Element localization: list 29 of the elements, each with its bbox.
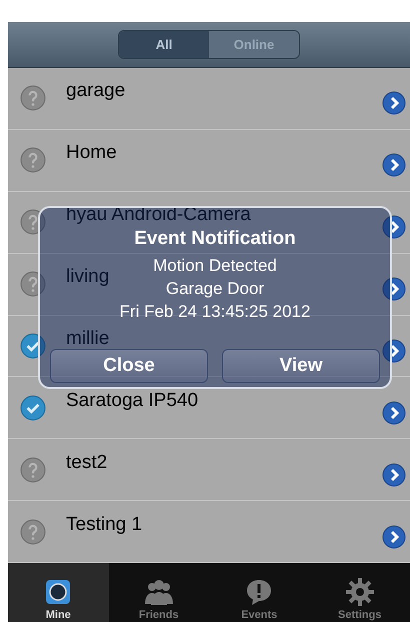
alert-title: Event Notification (134, 228, 296, 250)
alert-button[interactable]: Close (50, 349, 208, 383)
tab-bar-item[interactable]: Mine (8, 563, 108, 622)
settings-icon (344, 577, 375, 607)
segment-tab[interactable]: All (119, 31, 209, 58)
alert-message: Garage Door (166, 278, 264, 300)
device-name: Testing 1 (66, 514, 142, 536)
chevron-icon[interactable] (382, 153, 406, 178)
alert-message: Fri Feb 24 13:45:25 2012 (120, 301, 310, 323)
chevron-icon[interactable] (382, 338, 406, 363)
chevron-icon[interactable] (382, 277, 406, 302)
tab-bar-item[interactable]: Events (209, 563, 310, 622)
tab-bar-item[interactable]: Friends (108, 563, 209, 622)
chevron-icon[interactable] (382, 462, 406, 487)
alert-button[interactable]: View (222, 349, 380, 383)
tab-bar-item[interactable]: Settings (310, 563, 410, 622)
chevron-icon[interactable] (382, 400, 406, 425)
people-icon (144, 577, 174, 607)
device-name: living (66, 266, 110, 288)
device-name: test2 (66, 452, 108, 474)
device-name: hyau Android-Camera (66, 204, 251, 226)
chevron-icon[interactable] (382, 524, 406, 549)
device-name: Home (66, 142, 117, 164)
alert-message: Motion Detected (153, 255, 277, 277)
device-name: Saratoga IP540 (66, 390, 198, 412)
chevron-icon[interactable] (382, 215, 406, 240)
chevron-icon[interactable] (382, 91, 406, 116)
device-name: garage (66, 80, 126, 102)
device-name: millie (66, 328, 110, 350)
